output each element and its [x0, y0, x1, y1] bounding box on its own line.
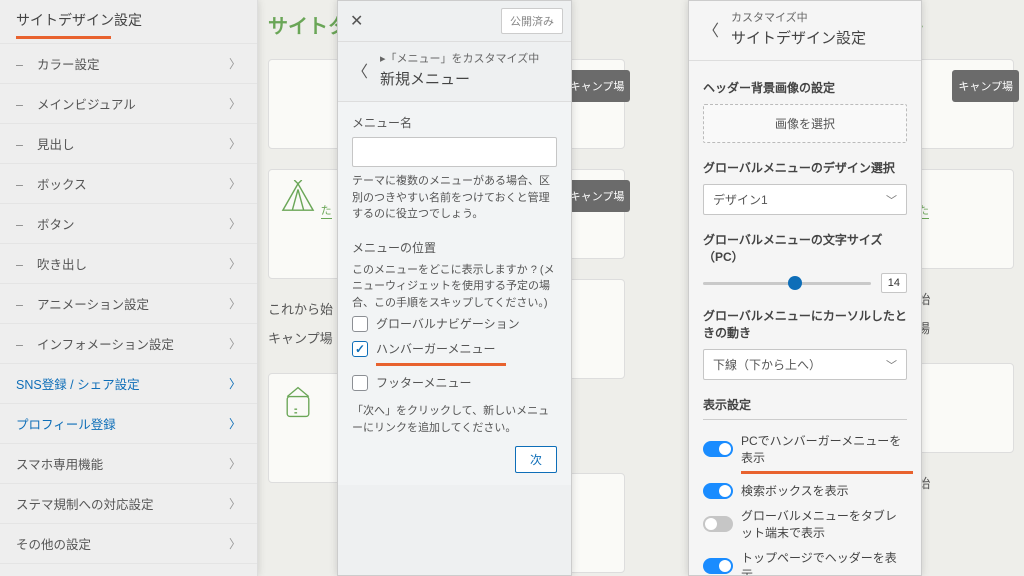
customizer-site-design-panel: 〈 カスタマイズ中 サイトデザイン設定 ヘッダー背景画像の設定 画像を選択 グロ…: [688, 0, 922, 576]
highlight-underline: [16, 36, 111, 39]
font-size-slider[interactable]: 14: [703, 273, 907, 293]
panel-title: サイトデザイン設定: [731, 27, 866, 48]
back-icon[interactable]: 〈: [348, 58, 372, 82]
sidebar-sub-item[interactable]: –ボックス〉: [0, 163, 257, 203]
field-label: ヘッダー背景画像の設定: [703, 79, 907, 96]
toggle-switch[interactable]: [703, 441, 733, 457]
sidebar-item-other[interactable]: その他の設定〉: [0, 523, 257, 563]
sidebar-sub-item[interactable]: –インフォメーション設定〉: [0, 323, 257, 363]
highlight-underline: [376, 363, 506, 366]
menu-name-input[interactable]: [352, 137, 557, 167]
panel-title: サイトデザイン設定: [0, 0, 257, 36]
toggle-label: PCでハンバーガーメニューを表示: [741, 432, 907, 466]
publish-status-button[interactable]: 公開済み: [501, 8, 563, 34]
field-label: メニュー名: [352, 114, 557, 131]
chevron-down-icon: ﹀: [886, 357, 897, 373]
design-select[interactable]: デザイン1 ﹀: [703, 184, 907, 215]
sidebar-item-profile[interactable]: プロフィール登録〉: [0, 403, 257, 443]
toggle-label: グローバルメニューをタブレット端末で表示: [741, 507, 907, 541]
sidebar-sub-item[interactable]: –アニメーション設定〉: [0, 283, 257, 323]
sidebar-item-sns[interactable]: SNS登録 / シェア設定〉: [0, 363, 257, 403]
checkbox-global-nav[interactable]: グローバルナビゲーション: [352, 311, 557, 336]
slider-value[interactable]: 14: [881, 273, 907, 293]
back-icon[interactable]: 〈: [699, 17, 723, 41]
toggle-label: 検索ボックスを表示: [741, 482, 849, 499]
checkbox-hamburger[interactable]: ハンバーガーメニュー: [352, 336, 557, 361]
chevron-down-icon: ﹀: [886, 192, 897, 208]
sidebar-sub-item[interactable]: –吹き出し〉: [0, 243, 257, 283]
toggle-row[interactable]: 検索ボックスを表示: [703, 478, 907, 503]
sidebar-item-menu[interactable]: メニュー 〉: [0, 563, 257, 576]
section-title: 表示設定: [703, 396, 907, 420]
toggle-switch[interactable]: [703, 558, 733, 574]
sidebar-item-smartphone[interactable]: スマホ専用機能〉: [0, 443, 257, 483]
toggle-row[interactable]: グローバルメニューをタブレット端末で表示: [703, 503, 907, 545]
toggle-label: トップページでヘッダーを表示: [741, 549, 907, 576]
customizer-section-list: サイトデザイン設定 –カラー設定〉–メインビジュアル〉–見出し〉–ボックス〉–ボ…: [0, 0, 258, 576]
help-text: 「次へ」をクリックして、新しいメニューにリンクを追加してください。: [352, 403, 557, 436]
highlight-underline: [741, 471, 913, 474]
customizer-new-menu-panel: ✕ 公開済み 〈 ▸「メニュー」をカスタマイズ中 新規メニュー メニュー名 テー…: [337, 0, 572, 576]
sidebar-sub-item[interactable]: –メインビジュアル〉: [0, 83, 257, 123]
help-text: このメニューをどこに表示しますか ? (メニューウィジェットを使用する予定の場合…: [352, 262, 557, 312]
help-text: テーマに複数のメニューがある場合、区別のつきやすい名前をつけておくと管理するのに…: [352, 173, 557, 223]
field-label: メニューの位置: [352, 239, 557, 256]
breadcrumb: ▸「メニュー」をカスタマイズ中: [380, 50, 539, 66]
checkbox-icon[interactable]: [352, 316, 368, 332]
checkbox-footer[interactable]: フッターメニュー: [352, 370, 557, 395]
field-label: グローバルメニューの文字サイズ（PC）: [703, 231, 907, 265]
toggle-row[interactable]: トップページでヘッダーを表示: [703, 545, 907, 576]
breadcrumb: カスタマイズ中: [731, 9, 866, 25]
sidebar-item-sutema[interactable]: ステマ規制への対応設定〉: [0, 483, 257, 523]
sidebar-sub-item[interactable]: –ボタン〉: [0, 203, 257, 243]
checkbox-icon[interactable]: [352, 341, 368, 357]
field-label: グローバルメニューのデザイン選択: [703, 159, 907, 176]
field-label: グローバルメニューにカーソルしたときの動き: [703, 307, 907, 341]
sidebar-sub-item[interactable]: –カラー設定〉: [0, 43, 257, 83]
hover-select[interactable]: 下線（下から上へ） ﹀: [703, 349, 907, 380]
close-icon[interactable]: ✕: [346, 7, 367, 35]
select-image-button[interactable]: 画像を選択: [703, 104, 907, 143]
toggle-switch[interactable]: [703, 483, 733, 499]
sidebar-sub-item[interactable]: –見出し〉: [0, 123, 257, 163]
toggle-switch[interactable]: [703, 516, 733, 532]
toggle-row[interactable]: PCでハンバーガーメニューを表示: [703, 428, 907, 470]
next-button[interactable]: 次: [515, 446, 557, 473]
checkbox-icon[interactable]: [352, 375, 368, 391]
panel-title: 新規メニュー: [380, 68, 539, 89]
